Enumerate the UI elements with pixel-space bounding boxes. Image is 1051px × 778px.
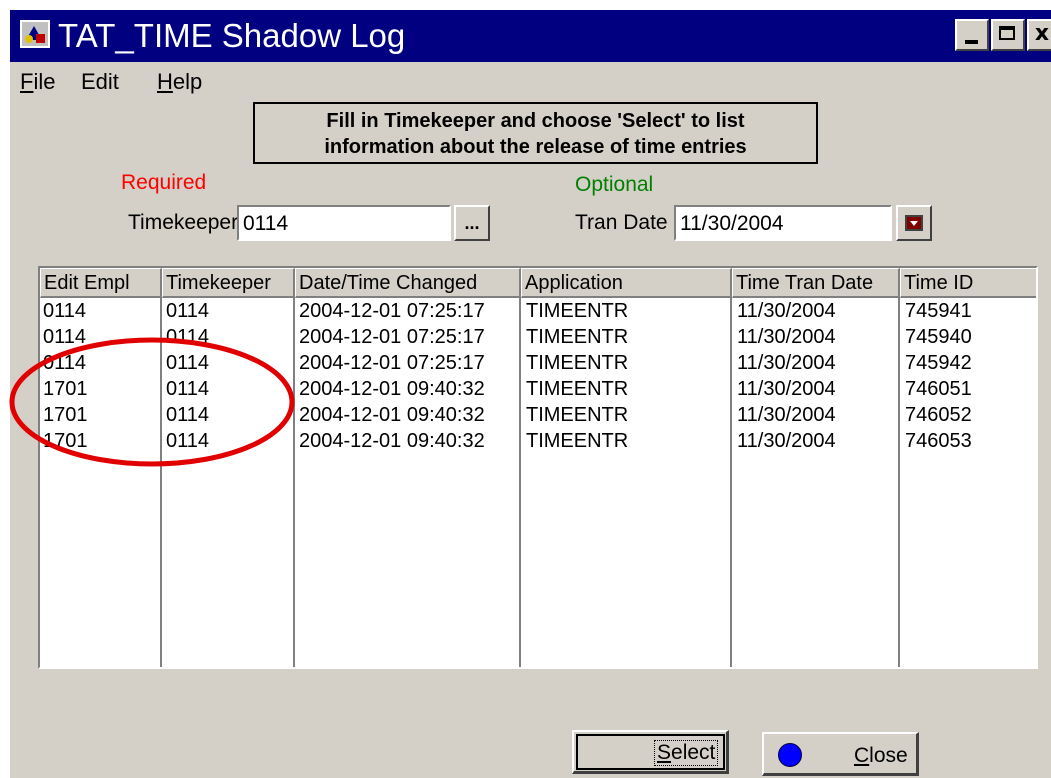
cell-edit-empl: 0114 xyxy=(43,300,87,322)
app-icon[interactable] xyxy=(20,20,50,48)
menu-file-label: ile xyxy=(33,69,56,94)
cell-time-id: 745942 xyxy=(905,352,972,374)
cell-time-id: 746051 xyxy=(905,378,972,400)
column-divider xyxy=(519,298,521,667)
cell-timekeeper: 0114 xyxy=(166,300,210,322)
cell-application: TIMEENTR xyxy=(526,352,629,374)
select-accel: S xyxy=(657,741,672,764)
cell-application: TIMEENTR xyxy=(526,300,629,322)
results-grid[interactable]: Edit Empl Timekeeper Date/Time Changed A… xyxy=(38,266,1038,669)
column-divider xyxy=(898,298,900,667)
column-divider xyxy=(160,298,162,667)
select-button[interactable]: Select xyxy=(572,730,729,774)
title-bar[interactable]: TAT_TIME Shadow Log x xyxy=(10,10,1051,62)
cell-edit-empl: 1701 xyxy=(43,430,88,452)
menu-help-accel: H xyxy=(157,69,173,94)
menu-file[interactable]: File xyxy=(20,69,55,95)
cell-time-tran-date: 11/30/2004 xyxy=(737,404,836,426)
menu-help[interactable]: Help xyxy=(157,69,202,95)
column-header-edit-empl[interactable]: Edit Empl xyxy=(40,268,162,298)
cell-timekeeper: 0114 xyxy=(166,404,210,426)
column-header-datetime-changed[interactable]: Date/Time Changed xyxy=(295,268,521,298)
close-rest: lose xyxy=(869,744,908,767)
column-header-application[interactable]: Application xyxy=(521,268,732,298)
cell-edit-empl: 1701 xyxy=(43,378,88,400)
cell-time-tran-date: 11/30/2004 xyxy=(737,326,836,348)
optional-label: Optional xyxy=(575,173,654,196)
cell-timekeeper: 0114 xyxy=(166,352,210,374)
menu-edit-label: Edit xyxy=(81,69,119,94)
cell-time-tran-date: 11/30/2004 xyxy=(737,378,836,400)
cell-application: TIMEENTR xyxy=(526,378,629,400)
close-accel: C xyxy=(854,744,870,767)
column-divider xyxy=(730,298,732,667)
tran-date-input[interactable]: 11/30/2004 xyxy=(674,205,892,241)
date-picker-button[interactable] xyxy=(896,205,932,241)
timekeeper-label: Timekeeper xyxy=(128,211,239,234)
cell-timekeeper: 0114 xyxy=(166,378,210,400)
cell-application: TIMEENTR xyxy=(526,326,629,348)
cell-edit-empl: 1701 xyxy=(43,404,88,426)
timekeeper-input[interactable]: 0114 xyxy=(237,205,451,241)
blue-circle-icon xyxy=(778,743,802,767)
instructions-line-2: information about the release of time en… xyxy=(324,136,747,158)
column-divider xyxy=(293,298,295,667)
column-header-time-id[interactable]: Time ID xyxy=(900,268,1036,298)
cell-time-tran-date: 11/30/2004 xyxy=(737,352,836,374)
cell-edit-empl: 0114 xyxy=(43,326,87,348)
instructions-box: Fill in Timekeeper and choose 'Select' t… xyxy=(253,102,818,164)
instructions-line-1: Fill in Timekeeper and choose 'Select' t… xyxy=(326,110,745,132)
app-window: TAT_TIME Shadow Log x File Edit Help Fil… xyxy=(8,8,1051,778)
menu-help-label: elp xyxy=(172,69,203,94)
select-button-label: Select xyxy=(654,740,719,766)
cell-timekeeper: 0114 xyxy=(166,430,210,452)
close-icon: x xyxy=(1034,21,1050,46)
column-header-time-tran-date[interactable]: Time Tran Date xyxy=(732,268,900,298)
maximize-icon xyxy=(999,26,1015,40)
cell-time-id: 746052 xyxy=(905,404,972,426)
cell-datetime-changed: 2004-12-01 09:40:32 xyxy=(299,378,485,400)
tran-date-label: Tran Date xyxy=(575,211,668,234)
app-icon-circle xyxy=(25,35,33,43)
cell-datetime-changed: 2004-12-01 07:25:17 xyxy=(299,300,485,322)
menu-edit[interactable]: Edit xyxy=(81,69,119,95)
cell-timekeeper: 0114 xyxy=(166,326,210,348)
maximize-button[interactable] xyxy=(991,19,1025,51)
close-window-button[interactable]: x xyxy=(1027,19,1051,51)
window-title: TAT_TIME Shadow Log xyxy=(58,17,406,54)
cell-datetime-changed: 2004-12-01 09:40:32 xyxy=(299,404,485,426)
timekeeper-lookup-button[interactable]: ... xyxy=(454,205,490,241)
minimize-button[interactable] xyxy=(955,19,989,51)
cell-time-id: 746053 xyxy=(905,430,972,452)
app-icon-square xyxy=(36,34,45,43)
minimize-icon xyxy=(965,40,978,44)
column-header-timekeeper[interactable]: Timekeeper xyxy=(162,268,295,298)
cell-application: TIMEENTR xyxy=(526,430,629,452)
cell-datetime-changed: 2004-12-01 07:25:17 xyxy=(299,352,485,374)
select-rest: elect xyxy=(671,741,716,764)
close-button-label: Close xyxy=(854,744,908,768)
cell-time-tran-date: 11/30/2004 xyxy=(737,300,836,322)
close-button[interactable]: Close xyxy=(762,732,919,776)
cell-datetime-changed: 2004-12-01 07:25:17 xyxy=(299,326,485,348)
required-label: Required xyxy=(121,171,207,194)
calendar-dropdown-icon xyxy=(905,215,923,231)
cell-application: TIMEENTR xyxy=(526,404,629,426)
cell-time-id: 745940 xyxy=(905,326,972,348)
cell-time-id: 745941 xyxy=(905,300,972,322)
cell-datetime-changed: 2004-12-01 09:40:32 xyxy=(299,430,485,452)
cell-edit-empl: 0114 xyxy=(43,352,87,374)
menu-file-accel: F xyxy=(20,69,34,94)
cell-time-tran-date: 11/30/2004 xyxy=(737,430,836,452)
